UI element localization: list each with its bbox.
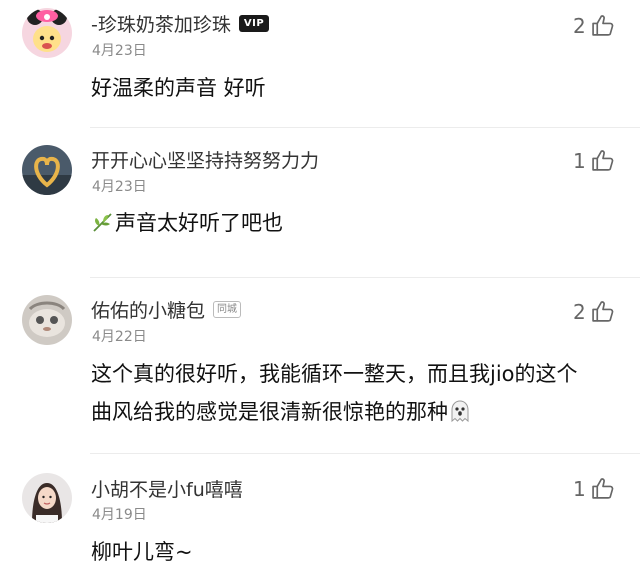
ghost-emoji-icon <box>448 397 472 423</box>
username-row: 佑佑的小糖包 同城 <box>91 296 242 323</box>
avatar[interactable] <box>22 473 72 523</box>
thumbs-up-icon <box>591 148 616 173</box>
like-button[interactable]: 1 <box>573 476 616 501</box>
comment-text-body: 声音太好听了吧也 <box>115 211 283 235</box>
comment-item: -珍珠奶茶加珍珠 VIP 4月23日 2 好温柔的声音 好听 <box>0 0 640 128</box>
comment-date: 4月22日 <box>92 329 147 345</box>
herb-emoji-icon <box>91 208 115 232</box>
like-count: 1 <box>573 476 586 501</box>
comment-date: 4月23日 <box>92 179 147 195</box>
thumbs-up-icon <box>591 299 616 324</box>
username[interactable]: 小胡不是小fu嘻嘻 <box>91 475 243 502</box>
vip-badge: VIP <box>238 14 270 32</box>
comment-date: 4月19日 <box>92 507 147 523</box>
avatar[interactable] <box>22 145 72 195</box>
username-row: -珍珠奶茶加珍珠 VIP <box>91 10 270 37</box>
comment-text-line: 这个真的很好听，我能循环一整天，而且我jio的这个 <box>91 362 578 386</box>
comment-item: 小胡不是小fu嘻嘻 4月19日 1 柳叶儿弯~ <box>0 454 640 586</box>
like-count: 2 <box>573 299 586 324</box>
comment-text-line: 曲风给我的感觉是很清新很惊艳的那种 <box>91 393 612 431</box>
comment-item: 开开心心坚坚持持努努力力 4月23日 1 声音太好听了吧也 <box>0 128 640 278</box>
like-button[interactable]: 1 <box>573 148 616 173</box>
username-row: 小胡不是小fu嘻嘻 <box>91 475 243 501</box>
thumbs-up-icon <box>591 476 616 501</box>
comment-text: 这个真的很好听，我能循环一整天，而且我jio的这个 曲风给我的感觉是很清新很惊艳… <box>91 355 612 431</box>
like-button[interactable]: 2 <box>573 13 616 38</box>
like-count: 1 <box>573 148 586 173</box>
username[interactable]: 开开心心坚坚持持努努力力 <box>91 146 319 173</box>
comment-text: 好温柔的声音 好听 <box>91 76 266 100</box>
comment-text: 声音太好听了吧也 <box>91 204 612 242</box>
like-count: 2 <box>573 13 586 38</box>
comment-date: 4月23日 <box>92 43 147 59</box>
thumbs-up-icon <box>591 13 616 38</box>
avatar[interactable] <box>22 295 72 345</box>
comment-text-line-body: 曲风给我的感觉是很清新很惊艳的那种 <box>91 400 448 424</box>
avatar[interactable] <box>22 8 72 58</box>
username-row: 开开心心坚坚持持努努力力 <box>91 146 319 172</box>
local-badge: 同城 <box>213 300 242 318</box>
username[interactable]: -珍珠奶茶加珍珠 <box>91 10 231 37</box>
like-button[interactable]: 2 <box>573 299 616 324</box>
username[interactable]: 佑佑的小糖包 <box>91 296 205 323</box>
comment-text: 柳叶儿弯~ <box>91 540 193 564</box>
comment-item: 佑佑的小糖包 同城 4月22日 2 这个真的很好听，我能循环一整天，而且我jio… <box>0 278 640 454</box>
